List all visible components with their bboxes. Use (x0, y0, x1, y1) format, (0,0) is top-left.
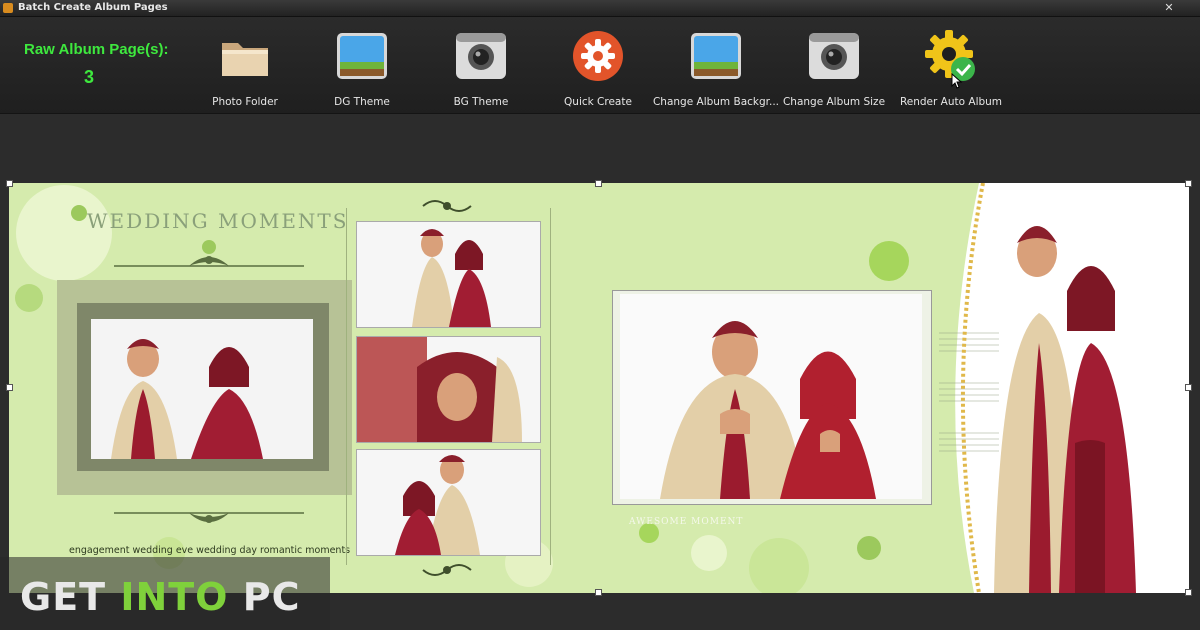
resize-handle-r[interactable] (1185, 384, 1192, 391)
window-title: Batch Create Album Pages (18, 2, 168, 13)
raw-album-pages-label: Raw Album Page(s): (24, 41, 169, 58)
resize-handle-br[interactable] (1185, 589, 1192, 596)
album-page-canvas[interactable]: WEDDING MOMENTS engagement wedding eve w… (9, 183, 1189, 593)
change-album-size-label: Change Album Size (782, 96, 886, 108)
photo-middle-1[interactable] (356, 221, 541, 328)
resize-handle-b[interactable] (595, 589, 602, 596)
watermark-part-get: GET (20, 575, 121, 619)
raw-album-pages-count: 3 (84, 67, 95, 87)
ornament-bottom (422, 564, 472, 576)
bg-theme-label: BG Theme (453, 96, 509, 108)
watermark-text: GET INTO PC (20, 575, 300, 619)
app-icon (3, 3, 13, 13)
toolbar: Raw Album Page(s): 3 Photo Folder DG The… (0, 17, 1200, 114)
landscape-icon (691, 33, 741, 79)
photo-couple-left[interactable] (91, 319, 313, 459)
render-auto-album-label: Render Auto Album (899, 96, 1003, 108)
mouse-cursor-icon (951, 73, 963, 89)
couple-image (357, 222, 540, 327)
watermark-part-pc: PC (228, 575, 301, 619)
photo-folder-label: Photo Folder (212, 96, 278, 108)
landscape-icon (337, 33, 387, 79)
ornament-top (422, 200, 472, 212)
camera-icon (809, 33, 859, 79)
resize-handle-l[interactable] (6, 384, 13, 391)
folder-icon (222, 43, 268, 76)
couple-image (357, 450, 540, 555)
resize-handle-tr[interactable] (1185, 180, 1192, 187)
render-auto-album-button[interactable]: Render Auto Album (886, 27, 1016, 113)
photo-couple-center[interactable] (620, 294, 922, 499)
gear-icon (573, 31, 623, 81)
right-decor-panel (939, 183, 1189, 593)
album-title: WEDDING MOMENTS (87, 209, 349, 233)
resize-handle-tl[interactable] (6, 180, 13, 187)
bg-theme-button[interactable]: BG Theme (416, 27, 546, 113)
photo-middle-2[interactable] (356, 336, 541, 443)
quick-create-button[interactable]: Quick Create (533, 27, 663, 113)
camera-icon (456, 33, 506, 79)
change-album-background-button[interactable]: Change Album Backgr... (651, 27, 781, 113)
watermark-part-into: INTO (120, 575, 229, 619)
title-bar: Batch Create Album Pages ✕ (0, 0, 1200, 17)
dg-theme-label: DG Theme (334, 96, 390, 108)
photo-middle-3[interactable] (356, 449, 541, 556)
couple-image (620, 294, 922, 499)
album-caption: engagement wedding eve wedding day roman… (69, 545, 351, 556)
couple-image (357, 337, 540, 442)
center-photo-caption: AWESOME MOMENT (629, 517, 744, 527)
change-album-background-label: Change Album Backgr... (652, 96, 780, 108)
resize-handle-t[interactable] (595, 180, 602, 187)
ornament-divider (114, 256, 304, 267)
dg-theme-button[interactable]: DG Theme (297, 27, 427, 113)
ornament-divider-lower (114, 512, 304, 523)
close-button[interactable]: ✕ (1160, 0, 1178, 16)
change-album-size-button[interactable]: Change Album Size (769, 27, 899, 113)
photo-folder-button[interactable]: Photo Folder (180, 27, 310, 113)
quick-create-label: Quick Create (564, 96, 632, 108)
couple-image (91, 319, 313, 459)
